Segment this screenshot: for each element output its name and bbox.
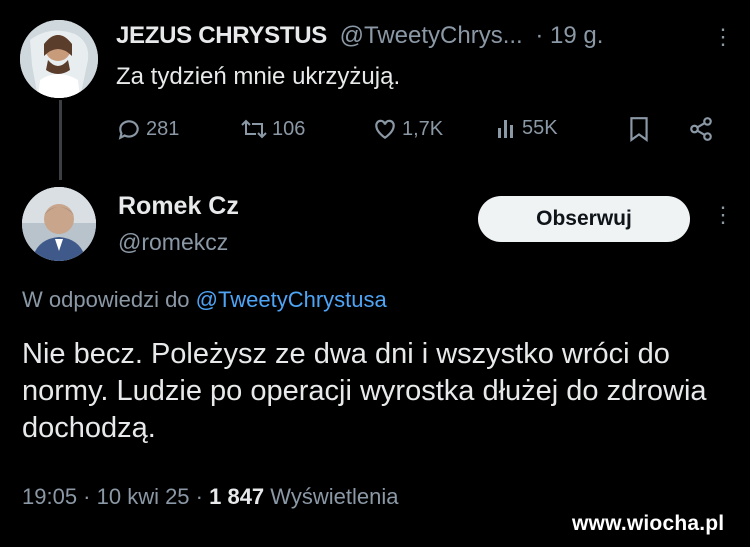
more-options-icon[interactable]: ⋮ (712, 26, 734, 48)
thread-line (59, 100, 62, 180)
reply-count: 281 (146, 117, 180, 140)
avatar[interactable] (22, 187, 96, 261)
avatar[interactable] (20, 20, 98, 98)
user-handle[interactable]: @TweetyChrys... (340, 22, 523, 49)
retweet-button[interactable]: 106 (240, 116, 305, 142)
user-handle[interactable]: @romekcz (118, 229, 228, 256)
share-icon (688, 116, 714, 142)
tweet-text: Nie becz. Poleżysz ze dwa dni i wszystko… (22, 338, 707, 444)
views-label: Wyświetlenia (270, 484, 399, 509)
retweet-count: 106 (272, 117, 306, 140)
timestamp[interactable]: 19:05 · 10 kwi 25 · (22, 484, 203, 509)
mention-link[interactable]: @TweetyChrystusa (196, 287, 387, 312)
tweet-text: Za tydzień mnie ukrzyżują. (116, 63, 401, 90)
like-count: 1,7K (402, 117, 444, 140)
like-icon (372, 116, 398, 142)
views-count: 1 847 (209, 484, 265, 509)
timestamp[interactable]: · 19 g. (535, 22, 603, 49)
tweet-header: JEZUS CHRYSTUS @TweetyChrys... · 19 g. (116, 22, 603, 50)
display-name[interactable]: JEZUS CHRYSTUS (116, 22, 327, 49)
reply-icon (116, 116, 142, 142)
reply-button[interactable]: 281 (116, 116, 179, 142)
reply-prefix: W odpowiedzi do (22, 287, 190, 312)
watermark: www.wiocha.pl (572, 512, 725, 535)
views-icon (496, 116, 518, 140)
tweet-meta: 19:05 · 10 kwi 25 · 1 847 Wyświetlenia (22, 484, 398, 510)
bookmark-icon (628, 116, 650, 142)
views-count: 55K (522, 116, 558, 139)
bookmark-button[interactable] (628, 116, 650, 142)
follow-button[interactable]: Obserwuj (478, 196, 690, 242)
like-button[interactable]: 1,7K (372, 116, 443, 142)
display-name[interactable]: Romek Cz (118, 192, 239, 221)
tweet-thread: JEZUS CHRYSTUS @TweetyChrys... · 19 g. ⋮… (0, 0, 750, 547)
reply-context: W odpowiedzi do @TweetyChrystusa (22, 287, 387, 313)
retweet-icon (240, 116, 268, 142)
share-button[interactable] (688, 116, 714, 142)
more-options-icon[interactable]: ⋮ (712, 202, 734, 228)
tweet-actions: 281 106 1,7K 55K (116, 116, 716, 148)
views-button[interactable]: 55K (496, 116, 558, 140)
